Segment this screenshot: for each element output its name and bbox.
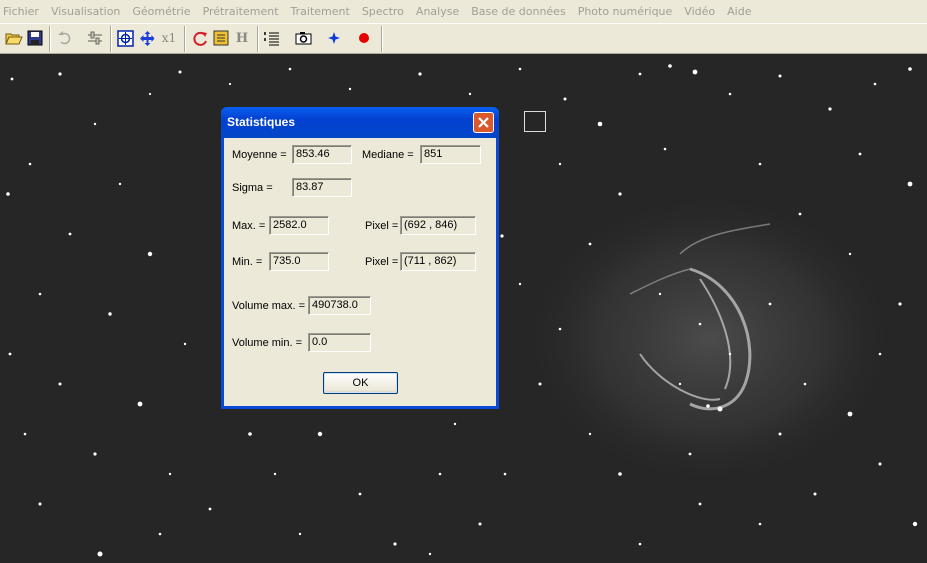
sigma-label: Sigma =: [232, 182, 273, 194]
menu-spectro[interactable]: Spectro: [356, 0, 410, 23]
refresh-icon[interactable]: [190, 28, 210, 48]
statistics-dialog: Statistiques Moyenne = 853.46 Mediane = …: [221, 107, 499, 409]
menu-pretraitement[interactable]: Prétraitement: [197, 0, 285, 23]
menu-bar: Fichier Visualisation Géométrie Prétrait…: [0, 0, 927, 23]
menu-video[interactable]: Vidéo: [678, 0, 721, 23]
menu-base-de-donnees[interactable]: Base de données: [465, 0, 571, 23]
max-pixel-label: Pixel =: [365, 220, 399, 232]
volume-min-label: Volume min. =: [232, 337, 303, 349]
zoom-x1-label: x1: [161, 31, 177, 45]
dialog-title: Statistiques: [227, 115, 296, 129]
volume-min-field[interactable]: 0.0: [308, 333, 371, 352]
mediane-field[interactable]: 851: [420, 145, 481, 164]
toolbar: x1 H: [0, 23, 927, 54]
ok-button[interactable]: OK: [323, 372, 398, 394]
menu-analyse[interactable]: Analyse: [410, 0, 465, 23]
menu-traitement[interactable]: Traitement: [285, 0, 356, 23]
close-icon: [478, 117, 489, 128]
save-icon[interactable]: [25, 28, 45, 48]
camera-icon[interactable]: [293, 28, 313, 48]
volume-max-label: Volume max. =: [232, 300, 306, 312]
open-folder-icon[interactable]: [4, 28, 24, 48]
undo-icon[interactable]: [55, 28, 75, 48]
zoom-x1-icon[interactable]: x1: [159, 28, 179, 48]
min-field[interactable]: 735.0: [269, 252, 329, 271]
record-icon[interactable]: [354, 28, 374, 48]
max-label: Max. =: [232, 220, 266, 232]
star-marker-icon[interactable]: [324, 28, 344, 48]
histogram-label: H: [235, 30, 249, 46]
menu-aide[interactable]: Aide: [721, 0, 757, 23]
min-pixel-field[interactable]: (711 , 862): [400, 252, 476, 271]
pan-icon[interactable]: [137, 28, 157, 48]
min-pixel-label: Pixel =: [365, 256, 399, 268]
dialog-body: Moyenne = 853.46 Mediane = 851 Sigma = 8…: [224, 138, 496, 406]
max-field[interactable]: 2582.0: [269, 216, 329, 235]
list-icon[interactable]: [211, 28, 231, 48]
moyenne-label: Moyenne =: [232, 149, 287, 161]
zoom-fit-icon[interactable]: [115, 28, 135, 48]
sigma-field[interactable]: 83.87: [292, 178, 352, 197]
menu-visualisation[interactable]: Visualisation: [45, 0, 126, 23]
menu-fichier[interactable]: Fichier: [0, 0, 45, 23]
min-label: Min. =: [232, 256, 263, 268]
dialog-title-bar[interactable]: Statistiques: [221, 107, 499, 138]
close-button[interactable]: [473, 112, 494, 133]
numbered-list-icon[interactable]: [262, 28, 282, 48]
moyenne-field[interactable]: 853.46: [292, 145, 352, 164]
volume-max-field[interactable]: 490738.0: [308, 296, 371, 315]
histogram-icon[interactable]: H: [232, 28, 252, 48]
nebula-glow: [520, 189, 900, 489]
settings-sliders-icon[interactable]: [85, 28, 105, 48]
mediane-label: Mediane =: [362, 149, 414, 161]
max-pixel-field[interactable]: (692 , 846): [400, 216, 476, 235]
selection-box[interactable]: [524, 111, 546, 132]
menu-geometrie[interactable]: Géométrie: [126, 0, 196, 23]
menu-photo-numerique[interactable]: Photo numérique: [572, 0, 679, 23]
